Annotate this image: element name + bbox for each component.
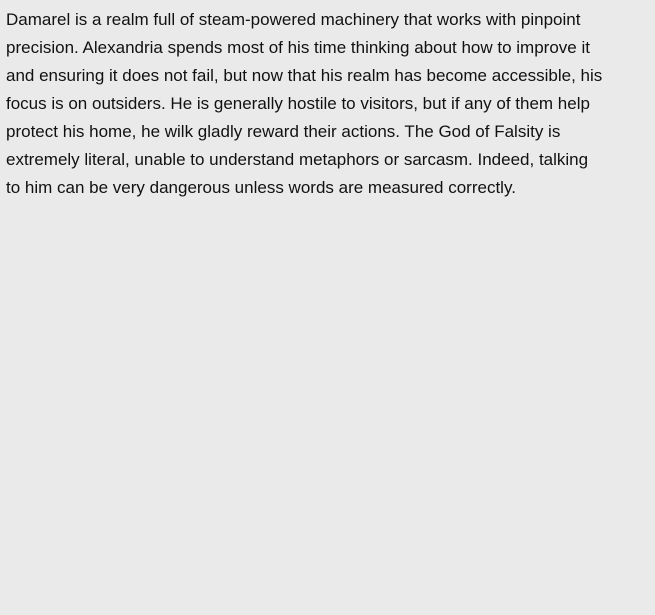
paragraph-line: precision. Alexandria spends most of his… [6,38,590,57]
paragraph-line: focus is on outsiders. He is generally h… [6,94,590,113]
paragraph-line: Damarel is a realm full of steam-powered… [6,10,581,29]
paragraph-line: protect his home, he wilk gladly reward … [6,122,561,141]
body-paragraph: Damarel is a realm full of steam-powered… [6,6,651,202]
document-page: Damarel is a realm full of steam-powered… [0,0,655,615]
paragraph-line: and ensuring it does not fail, but now t… [6,66,603,85]
paragraph-line: extremely literal, unable to understand … [6,150,589,169]
paragraph-line: to him can be very dangerous unless word… [6,178,516,197]
